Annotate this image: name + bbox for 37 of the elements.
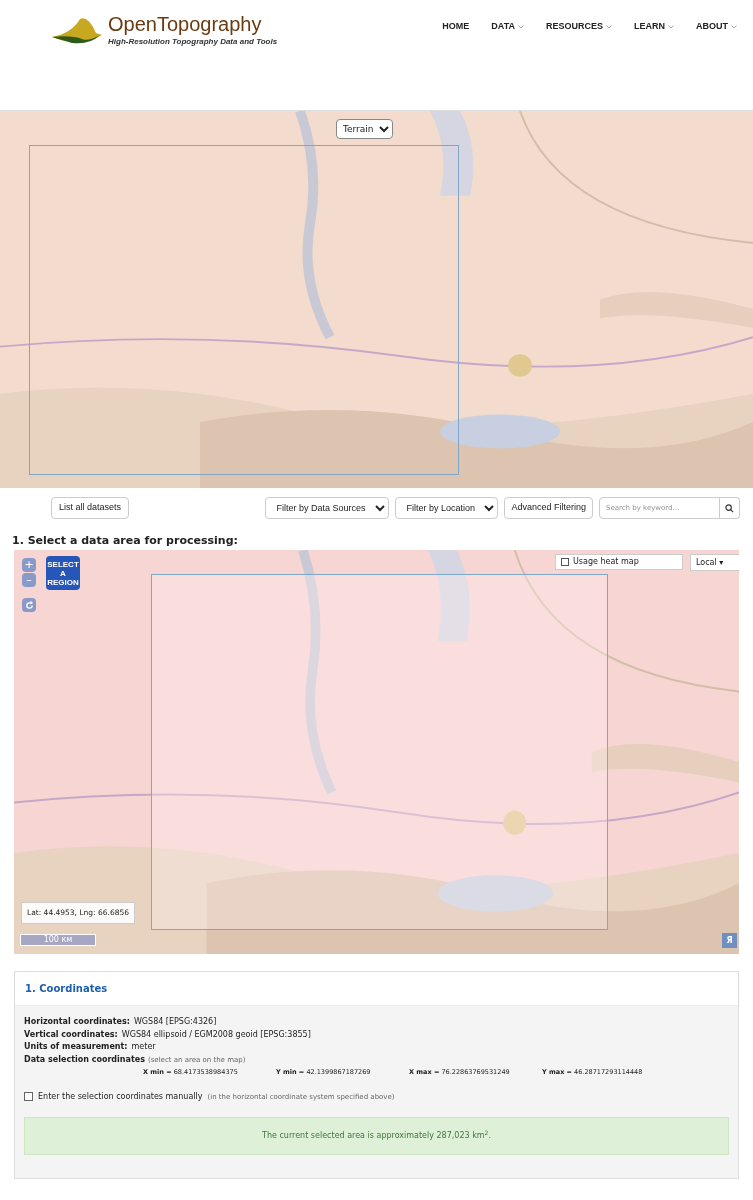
caret-icon xyxy=(668,24,674,29)
section-heading: 1. Select a data area for processing: xyxy=(11,534,239,548)
scale-bar: 100 км xyxy=(20,934,96,946)
layer-select[interactable]: Local ▾ xyxy=(690,554,739,571)
info-label: Horizontal coordinates: xyxy=(24,1016,130,1028)
caret-icon xyxy=(518,24,524,29)
search-button[interactable] xyxy=(720,497,740,519)
info-label: Vertical coordinates: xyxy=(24,1028,118,1041)
info-value: WGS84 [EPSG:4326] xyxy=(133,1016,217,1028)
nav-link[interactable]: LEARN xyxy=(634,20,674,34)
nav-link[interactable]: ABOUT xyxy=(696,20,737,34)
refresh-button[interactable] xyxy=(22,598,36,612)
heat-map-checkbox[interactable]: Usage heat map xyxy=(555,554,683,570)
panel-title: 1. Coordinates xyxy=(25,982,108,996)
select-region-button[interactable]: SELECT A REGION xyxy=(46,556,80,590)
manual-checkbox[interactable] xyxy=(24,1092,33,1102)
filter-select[interactable]: Filter by Data Sources xyxy=(265,497,390,519)
caret-icon xyxy=(606,24,612,29)
advanced-filtering-button[interactable]: Advanced Filtering xyxy=(504,497,593,519)
area-message: The current selected area is approximately 287,023 km$^{2}$. xyxy=(262,1129,491,1142)
logo-tagline: High-Resolution Topography Data and Tools xyxy=(108,36,278,48)
caret-icon xyxy=(731,24,737,29)
info-label: Data selection coordinates xyxy=(24,1053,145,1066)
manual-label: Enter the selection coordinates manually xyxy=(38,1090,203,1103)
info-label: Units of measurement: xyxy=(24,1041,128,1053)
basemap-select[interactable]: Terrain xyxy=(336,119,393,139)
search-icon xyxy=(725,503,734,513)
refresh-icon xyxy=(24,600,34,610)
nav-link[interactable]: HOME xyxy=(442,20,470,34)
filter-select[interactable]: Filter by Location xyxy=(395,497,499,519)
logo-title: OpenTopography xyxy=(108,12,263,36)
list-datasets-button[interactable]: List all datasets xyxy=(51,497,130,519)
mountain-logo-icon xyxy=(52,15,102,45)
info-value: meter xyxy=(131,1041,156,1053)
nav-link[interactable]: DATA xyxy=(491,20,524,34)
info-value: WGS84 ellipsoid / EGM2008 geoid [EPSG:3855] xyxy=(121,1028,311,1041)
nav-link[interactable]: RESOURCES xyxy=(546,20,612,34)
